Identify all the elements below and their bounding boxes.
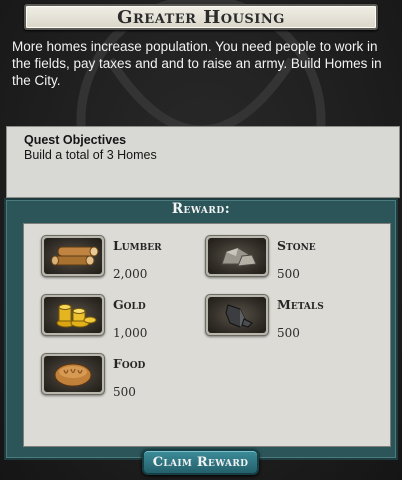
reward-amount: 500 bbox=[277, 267, 300, 281]
reward-amount: 500 bbox=[277, 326, 300, 340]
lumber-icon bbox=[44, 238, 102, 274]
reward-name: Food bbox=[113, 356, 146, 371]
quest-title: Greater Housing bbox=[117, 6, 285, 28]
metals-icon bbox=[208, 297, 266, 333]
reward-name: Lumber bbox=[113, 238, 162, 253]
reward-panel: Reward: Lumber 2,000 Stone 500 Gold 1,00… bbox=[4, 198, 398, 460]
objectives-panel: Quest Objectives Build a total of 3 Home… bbox=[6, 126, 400, 198]
stone-icon bbox=[208, 238, 266, 274]
objectives-heading: Quest Objectives bbox=[24, 133, 127, 147]
reward-name: Gold bbox=[113, 297, 146, 312]
gold-icon bbox=[44, 297, 102, 333]
quest-description: More homes increase population. You need… bbox=[12, 39, 382, 88]
claim-reward-label: Claim Reward bbox=[152, 454, 249, 470]
title-banner: Greater Housing bbox=[24, 4, 378, 30]
reward-name: Stone bbox=[277, 238, 316, 253]
reward-amount: 500 bbox=[113, 385, 136, 399]
reward-amount: 2,000 bbox=[113, 267, 148, 281]
food-icon bbox=[44, 356, 102, 392]
claim-reward-button[interactable]: Claim Reward bbox=[142, 449, 259, 475]
objective-item: Build a total of 3 Homes bbox=[24, 148, 157, 162]
reward-amount: 1,000 bbox=[113, 326, 148, 340]
reward-title: Reward: bbox=[171, 201, 231, 217]
reward-list: Lumber 2,000 Stone 500 Gold 1,000 Metals… bbox=[23, 223, 391, 447]
reward-name: Metals bbox=[277, 297, 324, 312]
